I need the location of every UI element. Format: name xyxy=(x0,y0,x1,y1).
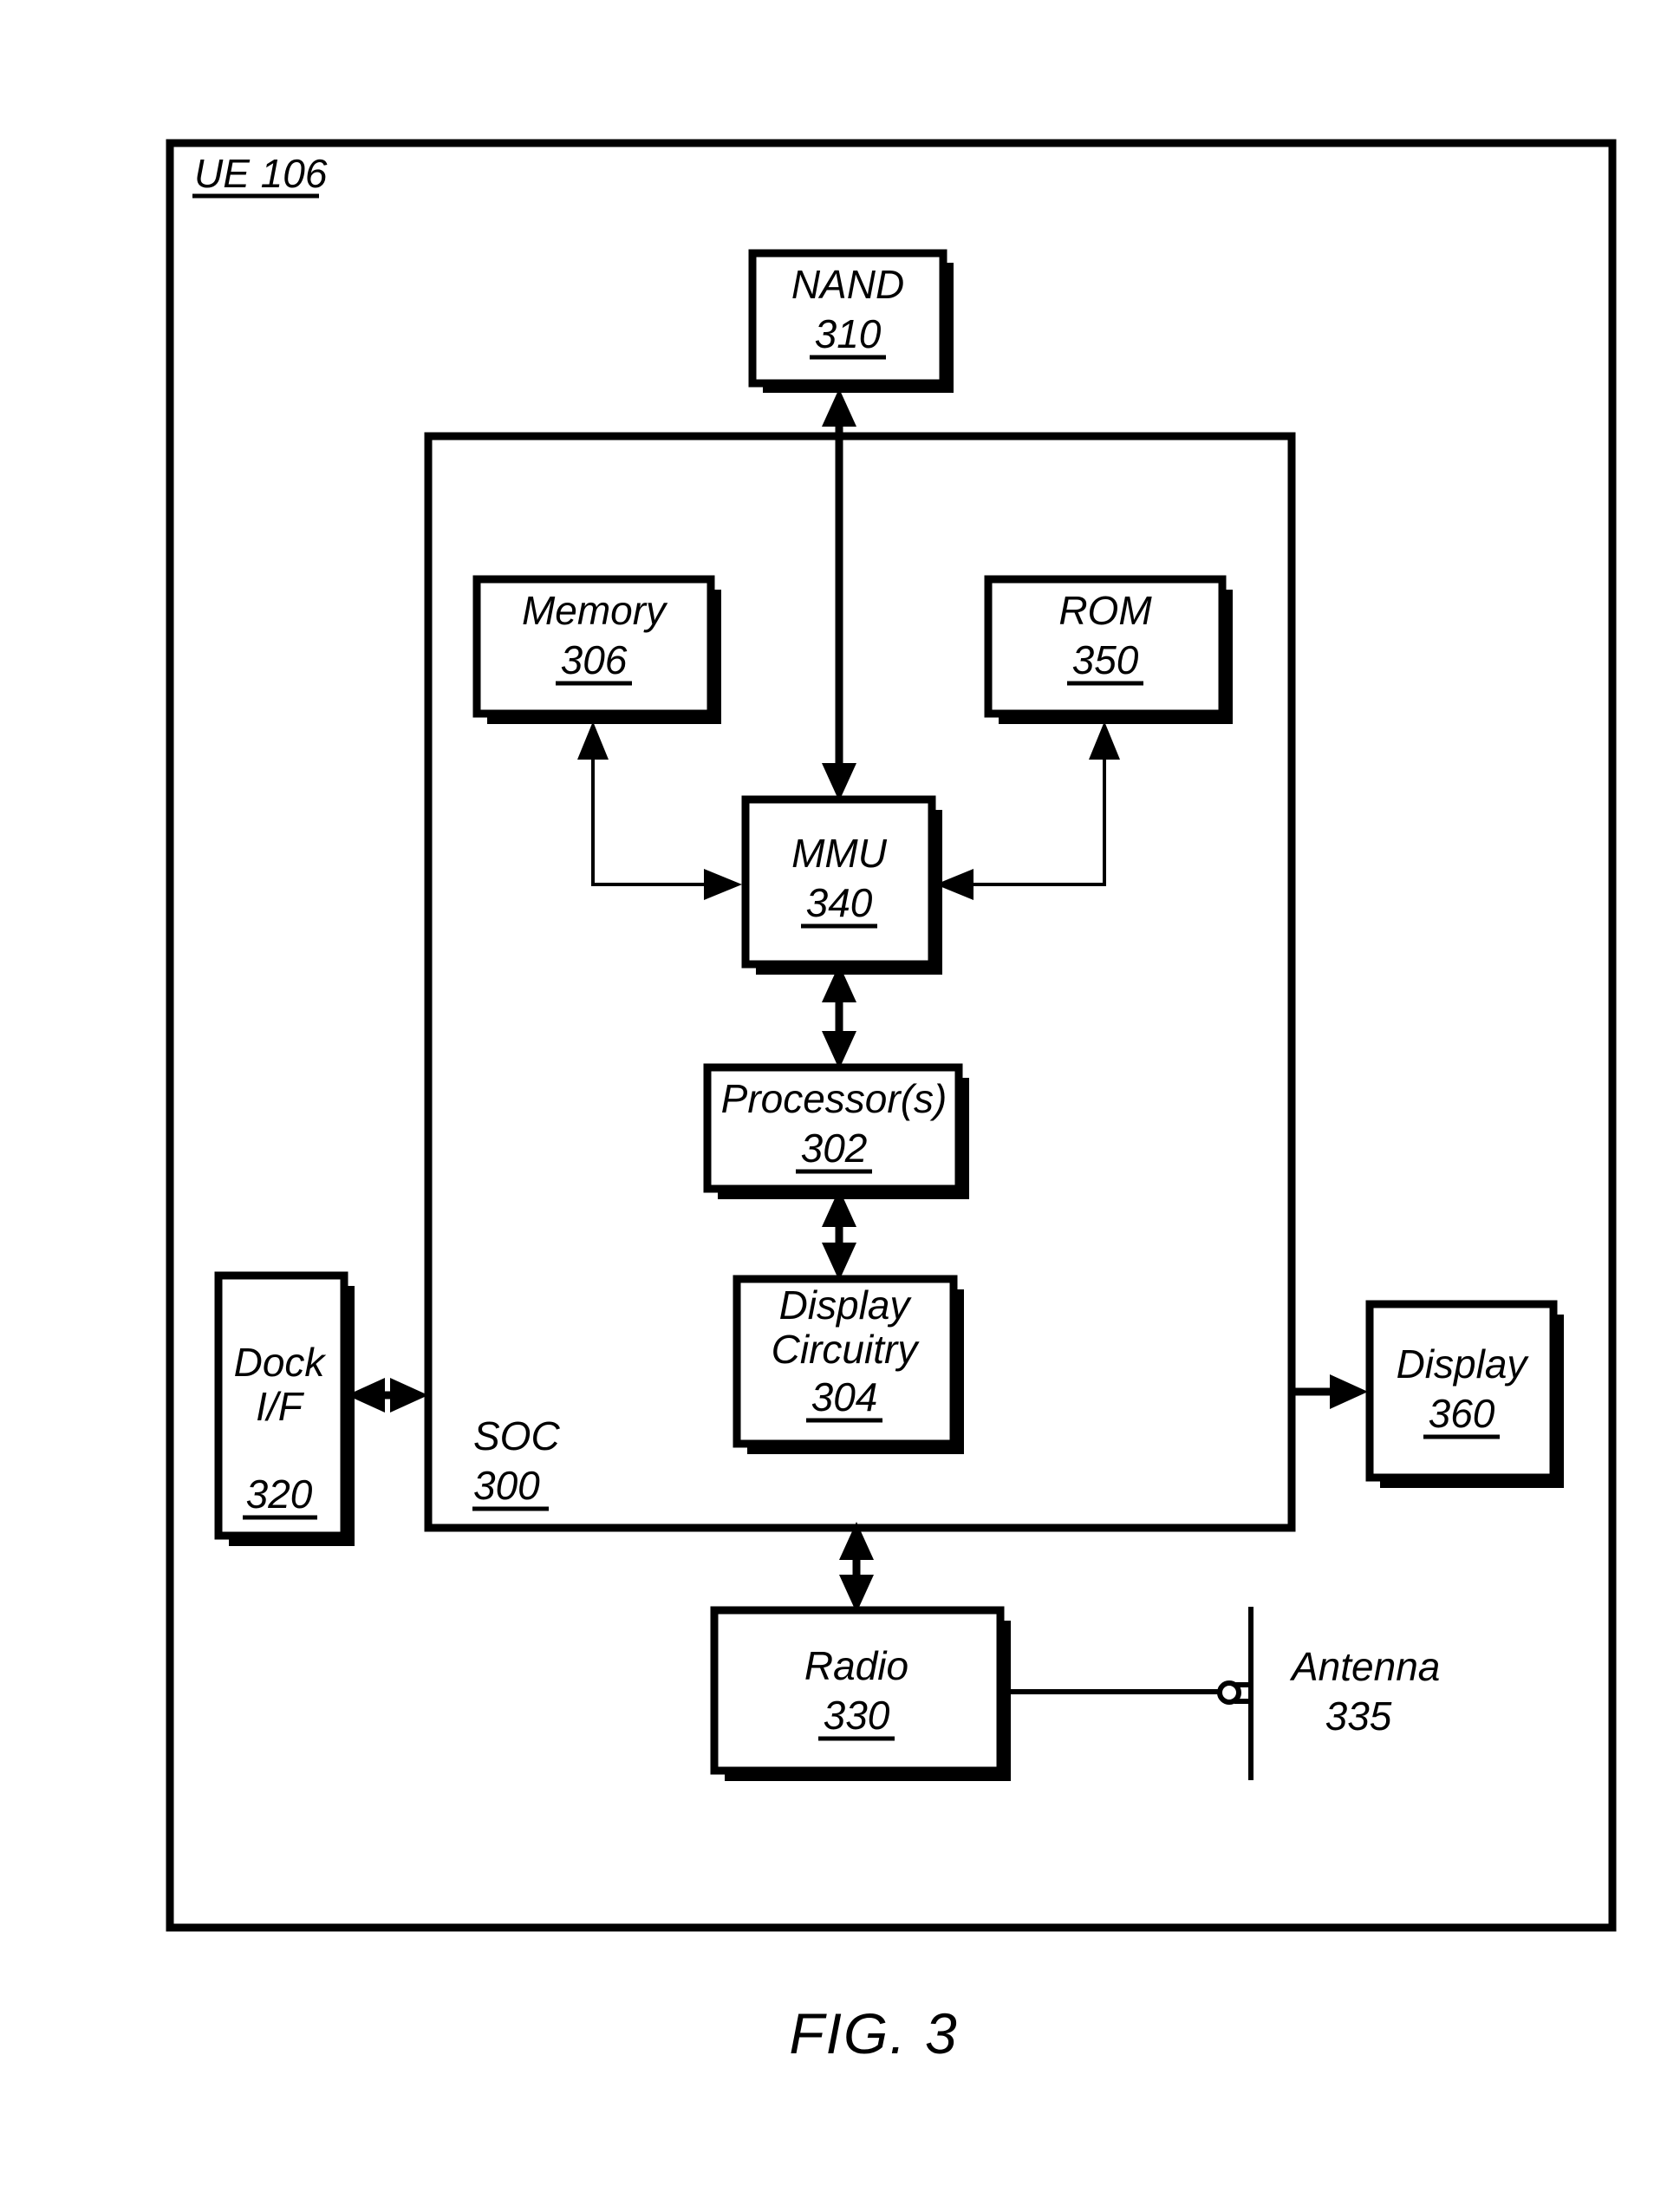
rom-label: ROM xyxy=(1058,588,1152,633)
processor-ref: 302 xyxy=(801,1126,868,1171)
mmu-label: MMU xyxy=(791,831,888,876)
connector-nand-mmu xyxy=(822,388,856,801)
antenna-label: Antenna xyxy=(1289,1644,1440,1689)
connector-rom-mmu xyxy=(935,721,1120,900)
memory-label: Memory xyxy=(522,588,668,633)
antenna-icon xyxy=(1217,1607,1253,1780)
radio-label: Radio xyxy=(804,1643,908,1688)
memory-ref: 306 xyxy=(561,637,628,682)
connector-memory-mmu xyxy=(577,721,742,900)
connector-soc-radio xyxy=(839,1522,874,1613)
processor-label: Processor(s) xyxy=(721,1076,947,1121)
ue-label-group: UE 106 xyxy=(192,151,328,199)
connector-dock-soc xyxy=(347,1378,428,1413)
display-ref: 360 xyxy=(1429,1391,1495,1436)
soc-label-group: SOC 300 xyxy=(472,1413,560,1511)
rom-ref: 350 xyxy=(1072,637,1139,682)
dock-if-label-line1: Dock xyxy=(234,1340,327,1385)
display-circuitry-ref: 304 xyxy=(811,1374,878,1419)
dock-if-label-line2: I/F xyxy=(256,1384,305,1429)
mmu-ref: 340 xyxy=(806,880,873,925)
antenna-ref: 335 xyxy=(1325,1693,1392,1739)
dock-if-ref: 320 xyxy=(246,1471,313,1517)
soc-ref: 300 xyxy=(473,1463,540,1508)
display-circuitry-label-line1: Display xyxy=(779,1282,913,1328)
connector-processor-displaycircuitry xyxy=(822,1189,856,1281)
soc-label: SOC xyxy=(473,1413,560,1458)
radio-ref: 330 xyxy=(824,1693,890,1738)
display-circuitry-label-line2: Circuitry xyxy=(772,1327,921,1372)
connector-soc-display xyxy=(1292,1374,1368,1409)
connector-mmu-processor xyxy=(822,964,856,1069)
figure-caption: FIG. 3 xyxy=(789,2001,958,2065)
nand-label: NAND xyxy=(791,262,904,307)
figure-container: UE 106 NAND 310 Memory 306 ROM 350 MMU 3… xyxy=(0,0,1680,2212)
patent-block-diagram: UE 106 NAND 310 Memory 306 ROM 350 MMU 3… xyxy=(166,139,1617,2065)
antenna-label-group: Antenna 335 xyxy=(1289,1644,1440,1739)
nand-ref: 310 xyxy=(815,311,882,356)
ue-label: UE 106 xyxy=(194,151,328,196)
display-label: Display xyxy=(1397,1341,1530,1387)
